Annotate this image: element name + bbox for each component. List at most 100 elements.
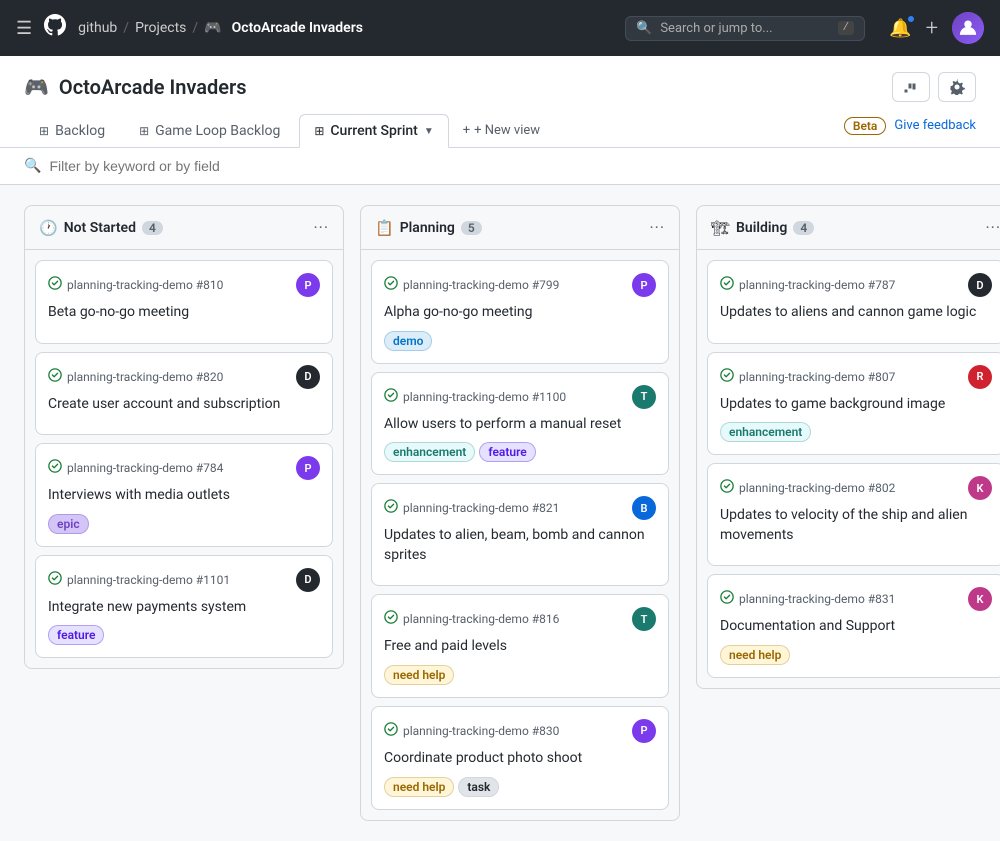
status-icon-card-799: [384, 276, 398, 294]
project-title: 🎮 OctoArcade Invaders: [24, 75, 246, 99]
card-title-card-802: Updates to velocity of the ship and alie…: [720, 506, 992, 545]
card-avatar-card-1100: T: [632, 385, 656, 409]
top-navigation: ☰ github / Projects / 🎮 OctoArcade Invad…: [0, 0, 1000, 56]
avatar-letter-card-1100: T: [641, 390, 648, 403]
card-repo-card-802[interactable]: planning-tracking-demo #802: [739, 481, 895, 495]
card-repo-card-807[interactable]: planning-tracking-demo #807: [739, 370, 895, 384]
card-labels-card-831: need help: [720, 645, 992, 665]
settings-button[interactable]: [938, 72, 976, 102]
insights-button[interactable]: [892, 72, 930, 102]
column-title-building: Building: [736, 220, 787, 236]
project-actions: [892, 72, 976, 102]
column-menu-planning[interactable]: ···: [649, 218, 665, 237]
card-header-card-787: planning-tracking-demo #787 D: [720, 273, 992, 297]
card-card-831[interactable]: planning-tracking-demo #831 K Documentat…: [707, 574, 1000, 678]
card-header-card-802: planning-tracking-demo #802 K: [720, 476, 992, 500]
new-view-button[interactable]: + + New view: [453, 117, 550, 144]
card-repo-card-831[interactable]: planning-tracking-demo #831: [739, 592, 895, 606]
card-meta-card-820: planning-tracking-demo #820: [48, 368, 223, 386]
card-title-card-816: Free and paid levels: [384, 637, 656, 657]
label-feature: feature: [48, 625, 104, 645]
card-title-card-1101: Integrate new payments system: [48, 598, 320, 618]
card-header-card-1101: planning-tracking-demo #1101 D: [48, 568, 320, 592]
status-icon-card-1101: [48, 571, 62, 589]
column-icon-building: 🏗: [711, 219, 730, 237]
tab-currentsprint-label: Current Sprint: [330, 123, 417, 139]
card-card-799[interactable]: planning-tracking-demo #799 P Alpha go-n…: [371, 260, 669, 364]
card-card-784[interactable]: planning-tracking-demo #784 P Interviews…: [35, 443, 333, 547]
tab-gameloop[interactable]: ⊞ Game Loop Backlog: [124, 114, 295, 147]
card-card-787[interactable]: planning-tracking-demo #787 D Updates to…: [707, 260, 1000, 344]
tab-currentsprint[interactable]: ⊞ Current Sprint ▼: [299, 114, 448, 148]
card-meta-card-799: planning-tracking-demo #799: [384, 276, 559, 294]
tab-backlog[interactable]: ⊞ Backlog: [24, 114, 120, 147]
label-feature: feature: [479, 442, 535, 462]
column-planning: 📋 Planning 5 ··· planning-tracking-demo …: [360, 205, 680, 821]
card-repo-card-821[interactable]: planning-tracking-demo #821: [403, 501, 559, 515]
beta-badge: Beta: [844, 117, 887, 135]
table-icon2: ⊞: [139, 124, 149, 138]
status-icon-card-807: [720, 368, 734, 386]
notification-icon[interactable]: 🔔: [889, 18, 911, 39]
tab-backlog-label: Backlog: [55, 123, 105, 139]
status-icon-card-816: [384, 610, 398, 628]
hamburger-menu[interactable]: ☰: [16, 18, 32, 39]
add-icon[interactable]: +: [926, 16, 938, 41]
card-repo-card-830[interactable]: planning-tracking-demo #830: [403, 724, 559, 738]
column-header-planning: 📋 Planning 5 ···: [361, 206, 679, 250]
card-labels-card-807: enhancement: [720, 422, 992, 442]
card-card-802[interactable]: planning-tracking-demo #802 K Updates to…: [707, 463, 1000, 566]
board: 🕐 Not Started 4 ··· planning-tracking-de…: [0, 185, 1000, 841]
card-card-821[interactable]: planning-tracking-demo #821 B Updates to…: [371, 483, 669, 586]
card-avatar-card-1101: D: [296, 568, 320, 592]
column-header-building: 🏗 Building 4 ···: [697, 206, 1000, 250]
card-repo-card-816[interactable]: planning-tracking-demo #816: [403, 612, 559, 626]
card-card-807[interactable]: planning-tracking-demo #807 R Updates to…: [707, 352, 1000, 456]
tab-gameloop-label: Game Loop Backlog: [155, 123, 280, 139]
card-labels-card-1100: enhancementfeature: [384, 442, 656, 462]
card-labels-card-784: epic: [48, 514, 320, 534]
column-count-planning: 5: [461, 221, 482, 235]
status-icon-card-787: [720, 276, 734, 294]
feedback-link[interactable]: Give feedback: [894, 118, 976, 133]
card-repo-card-820[interactable]: planning-tracking-demo #820: [67, 370, 223, 384]
tab-dropdown-icon[interactable]: ▼: [424, 126, 434, 137]
search-icon: 🔍: [636, 21, 652, 36]
card-meta-card-830: planning-tracking-demo #830: [384, 722, 559, 740]
search-bar[interactable]: 🔍 Search or jump to... /: [625, 16, 865, 41]
status-icon-card-820: [48, 368, 62, 386]
card-title-card-784: Interviews with media outlets: [48, 486, 320, 506]
avatar-letter-card-816: T: [641, 613, 648, 626]
card-card-820[interactable]: planning-tracking-demo #820 D Create use…: [35, 352, 333, 436]
card-header-card-784: planning-tracking-demo #784 P: [48, 456, 320, 480]
breadcrumb-github[interactable]: github: [78, 20, 117, 36]
column-icon-planning: 📋: [375, 219, 394, 237]
card-header-card-807: planning-tracking-demo #807 R: [720, 365, 992, 389]
column-menu-building[interactable]: ···: [985, 218, 1000, 237]
card-repo-card-787[interactable]: planning-tracking-demo #787: [739, 278, 895, 292]
breadcrumb-projects[interactable]: Projects: [135, 20, 186, 36]
card-repo-card-810[interactable]: planning-tracking-demo #810: [67, 278, 223, 292]
card-repo-card-784[interactable]: planning-tracking-demo #784: [67, 461, 223, 475]
tabs-row: ⊞ Backlog ⊞ Game Loop Backlog ⊞ Current …: [24, 114, 976, 147]
filter-bar: 🔍: [0, 148, 1000, 185]
avatar[interactable]: [952, 12, 984, 44]
card-card-1100[interactable]: planning-tracking-demo #1100 T Allow use…: [371, 372, 669, 476]
card-card-1101[interactable]: planning-tracking-demo #1101 D Integrate…: [35, 555, 333, 659]
card-card-810[interactable]: planning-tracking-demo #810 P Beta go-no…: [35, 260, 333, 344]
card-card-816[interactable]: planning-tracking-demo #816 T Free and p…: [371, 594, 669, 698]
card-title-card-821: Updates to alien, beam, bomb and cannon …: [384, 526, 656, 565]
card-repo-card-1101[interactable]: planning-tracking-demo #1101: [67, 573, 230, 587]
column-menu-not-started[interactable]: ···: [313, 218, 329, 237]
card-repo-card-1100[interactable]: planning-tracking-demo #1100: [403, 390, 566, 404]
card-meta-card-831: planning-tracking-demo #831: [720, 590, 895, 608]
card-avatar-card-821: B: [632, 496, 656, 520]
card-title-card-787: Updates to aliens and cannon game logic: [720, 303, 992, 323]
card-repo-card-799[interactable]: planning-tracking-demo #799: [403, 278, 559, 292]
avatar-letter-card-821: B: [641, 502, 648, 515]
card-card-830[interactable]: planning-tracking-demo #830 P Coordinate…: [371, 706, 669, 810]
label-epic: epic: [48, 514, 89, 534]
project-name: OctoArcade Invaders: [59, 75, 247, 99]
column-title-planning: Planning: [400, 220, 455, 236]
filter-input[interactable]: [49, 158, 349, 174]
